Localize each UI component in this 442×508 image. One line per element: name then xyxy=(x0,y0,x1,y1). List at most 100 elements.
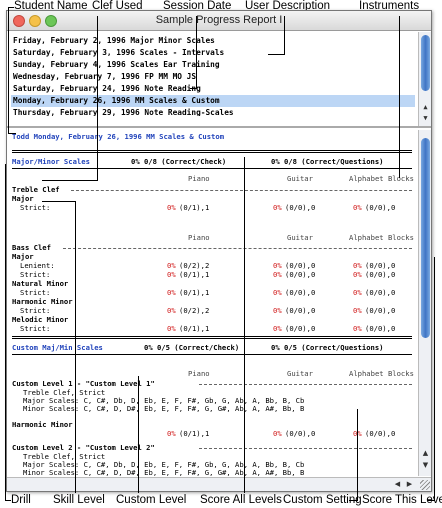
score-value: (0/0),0 xyxy=(365,261,396,270)
mode-lenient: Lenient: xyxy=(20,261,55,270)
clef-bass: Bass Clef xyxy=(12,243,51,252)
leader-line xyxy=(8,7,9,133)
session-item[interactable]: Sunday, February 4, 1996 Scales Ear Trai… xyxy=(11,59,415,71)
leader-line xyxy=(5,164,6,500)
score-pct: 0% xyxy=(273,429,282,438)
score-pct: 0% xyxy=(167,261,176,270)
resize-grip-icon[interactable] xyxy=(420,480,430,490)
skill-level-major: Major xyxy=(12,194,34,203)
score-value: (0/2),2 xyxy=(179,306,210,315)
score-pct: 0% xyxy=(167,203,176,212)
score-pct: 0% xyxy=(353,203,362,212)
instrument-guitar: Guitar xyxy=(287,174,313,183)
score-pct: 0% xyxy=(167,324,176,333)
dashed-rule xyxy=(199,448,412,449)
dashed-rule xyxy=(199,384,412,385)
session-item[interactable]: Wednesday, February 7, 1996 FP MM MO JS xyxy=(11,71,415,83)
score-pct: 0% xyxy=(167,288,176,297)
score-value: (0/0),0 xyxy=(285,324,316,333)
custom-setting-minor: Minor Scales: C, C#, D, D#, Eb, E, F, F#… xyxy=(23,468,305,476)
score-value: (0/1),1 xyxy=(179,203,210,212)
skill-level-harmonic-minor: Harmonic Minor xyxy=(12,297,73,306)
leader-line xyxy=(196,16,197,88)
score-value: (0/1),1 xyxy=(179,270,210,279)
instrument-guitar: Guitar xyxy=(287,233,313,242)
score-pct: 0% xyxy=(273,261,282,270)
score-value: (0/0),0 xyxy=(365,203,396,212)
callout-score-all-levels: Score All Levels xyxy=(200,494,282,506)
score-value: (0/0),0 xyxy=(285,261,316,270)
session-list-scroll-thumb[interactable] xyxy=(421,35,430,91)
clef-treble: Treble Clef xyxy=(12,185,60,194)
score-pct: 0% xyxy=(353,324,362,333)
session-list-scrollbar[interactable]: ▲ ▼ xyxy=(418,32,431,126)
report-window: Sample Progress Report I Friday, Februar… xyxy=(6,10,432,492)
session-item[interactable]: Saturday, February 3, 1996 Scales - Inte… xyxy=(11,47,415,59)
leader-line xyxy=(244,157,245,493)
leader-line xyxy=(8,133,16,134)
scroll-down-arrow-icon[interactable]: ▼ xyxy=(419,113,431,124)
instrument-guitar: Guitar xyxy=(287,369,313,378)
leader-line xyxy=(399,16,400,178)
score-all-levels-questions: 0% 0/8 (Correct/Questions) xyxy=(271,157,384,166)
skill-level-major: Major xyxy=(12,252,34,261)
leader-line xyxy=(268,54,285,55)
custom-setting-minor: Minor Scales: C, C#, D, D#, Eb, E, F, F#… xyxy=(23,404,305,413)
drill-name: Major/Minor Scales xyxy=(12,157,90,166)
rule xyxy=(12,168,412,169)
score-pct: 0% xyxy=(167,270,176,279)
score-pct: 0% xyxy=(273,288,282,297)
score-value: (0/1),1 xyxy=(179,324,210,333)
score-value: (0/0),0 xyxy=(285,288,316,297)
score-pct: 0% xyxy=(273,203,282,212)
instrument-piano: Piano xyxy=(188,233,210,242)
score-value: (0/0),0 xyxy=(285,429,316,438)
scroll-up-arrow-icon[interactable]: ▲ xyxy=(419,448,432,459)
session-item[interactable]: Saturday, February 24, 1996 Note Reading xyxy=(11,83,415,95)
score-all-levels-questions: 0% 0/5 (Correct/Questions) xyxy=(271,343,384,352)
leader-line xyxy=(357,409,358,500)
instrument-alphabet-blocks: Alphabet Blocks xyxy=(349,174,414,183)
title-bar[interactable]: Sample Progress Report I xyxy=(7,11,431,31)
callout-custom-level: Custom Level xyxy=(116,494,187,506)
session-item[interactable]: Thursday, February 29, 1996 Note Reading… xyxy=(11,107,415,116)
double-rule xyxy=(12,150,412,153)
callout-drill: Drill xyxy=(11,494,31,506)
instrument-piano: Piano xyxy=(188,174,210,183)
leader-line xyxy=(42,180,98,181)
score-value: (0/1),1 xyxy=(179,288,210,297)
score-pct: 0% xyxy=(273,306,282,315)
mode-strict: Strict: xyxy=(20,288,51,297)
dashed-rule xyxy=(63,248,412,249)
score-pct: 0% xyxy=(273,270,282,279)
instrument-alphabet-blocks: Alphabet Blocks xyxy=(349,233,414,242)
leader-line xyxy=(5,500,11,501)
scroll-down-arrow-icon[interactable]: ▼ xyxy=(419,460,432,471)
leader-line xyxy=(75,201,76,493)
score-pct: 0% xyxy=(353,270,362,279)
leader-line xyxy=(138,376,139,493)
custom-level-title: Custom Level 2 - "Custom Level 2" xyxy=(12,443,155,452)
leader-line xyxy=(284,16,285,54)
leader-line xyxy=(428,500,435,501)
score-value: (0/0),0 xyxy=(365,306,396,315)
double-rule xyxy=(12,336,412,339)
score-value: (0/0),0 xyxy=(285,203,316,212)
skill-level-melodic-minor: Melodic Minor xyxy=(12,315,69,324)
scroll-right-arrow-icon[interactable]: ▶ xyxy=(403,479,416,490)
dashed-rule xyxy=(71,190,412,191)
score-pct: 0% xyxy=(353,288,362,297)
session-item[interactable]: Friday, February 2, 1996 Major Minor Sca… xyxy=(11,35,415,47)
score-pct: 0% xyxy=(167,306,176,315)
score-value: (0/1),1 xyxy=(179,429,210,438)
score-all-levels-check: 0% 0/8 (Correct/Check) xyxy=(131,157,227,166)
mode-strict: Strict: xyxy=(20,203,51,212)
score-value: (0/0),0 xyxy=(365,288,396,297)
report-scrollbar[interactable]: ▲ ▼ xyxy=(418,130,431,476)
session-list[interactable]: Friday, February 2, 1996 Major Minor Sca… xyxy=(7,32,431,128)
scroll-up-arrow-icon[interactable]: ▲ xyxy=(419,102,431,113)
session-item-selected[interactable]: Monday, February 26, 1996 MM Scales & Cu… xyxy=(11,95,415,107)
horizontal-scrollbar[interactable]: ◀ ▶ xyxy=(7,477,431,491)
mode-strict: Strict: xyxy=(20,270,51,279)
report-scroll-thumb[interactable] xyxy=(421,138,430,338)
